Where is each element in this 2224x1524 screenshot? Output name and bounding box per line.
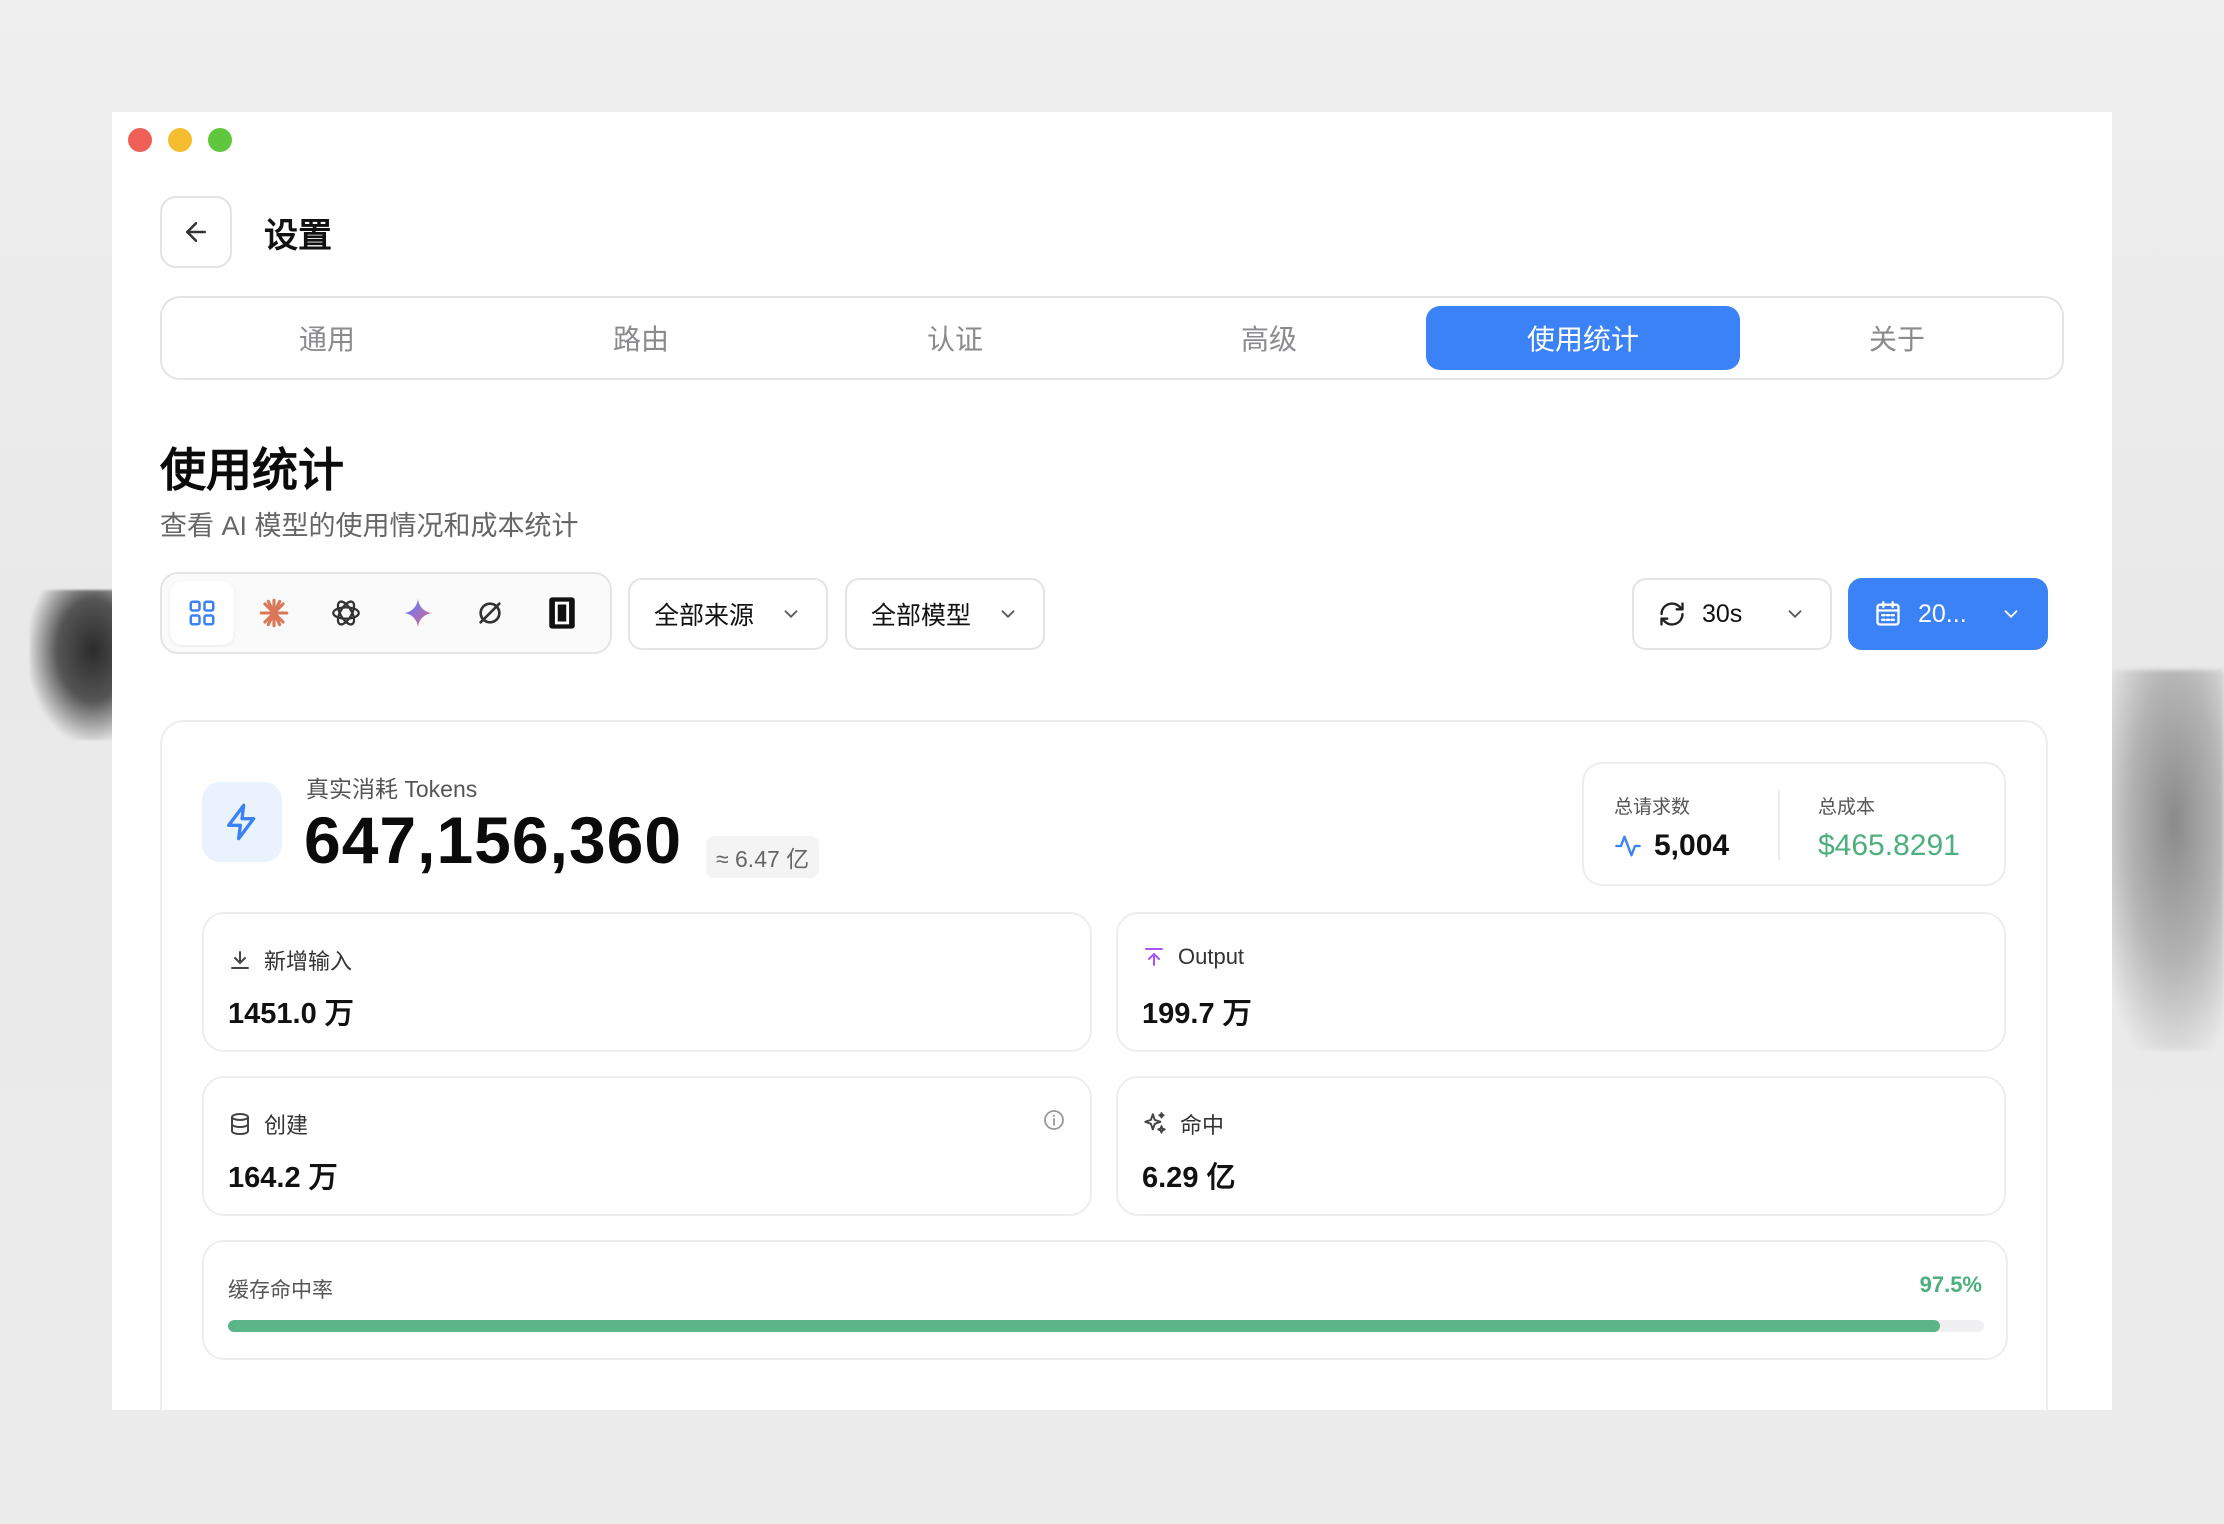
summary-divider [1778,790,1780,860]
total-requests-value: 5,004 [1654,829,1730,862]
metric-cache-hit-value: 6.29 亿 [1142,1162,1236,1194]
metric-cache-create: 创建 164.2 万 [202,1076,1092,1216]
settings-tabs: 通用 路由 认证 高级 使用统计 关于 [160,296,2064,380]
source-select-label: 全部来源 [654,602,755,630]
refresh-icon [1660,602,1684,626]
background-mountain-right [2100,670,2224,1050]
lightning-icon [227,803,256,841]
tokens-value: 647,156,360 [304,803,683,877]
metric-output-label: Output [1178,944,1245,969]
usage-overview-card: 真实消耗 Tokens 647,156,360 ≈ 6.47 亿 总请求数 5,… [160,720,2048,1410]
tab-about[interactable]: 关于 [1740,306,2054,370]
cache-hit-rate: 缓存命中率 97.5% [202,1240,2008,1360]
cache-hit-rate-bar [228,1320,1984,1332]
total-requests-label: 总请求数 [1614,797,1691,818]
tab-usage-stats[interactable]: 使用统计 [1426,306,1740,370]
download-icon [231,951,249,969]
database-icon [231,1113,249,1136]
close-window-button[interactable] [128,128,152,152]
model-select-label: 全部模型 [871,602,972,630]
sparkles-icon [1144,1112,1166,1134]
back-button[interactable] [160,196,232,268]
upload-icon [1145,948,1163,966]
metric-cache-hit-label: 命中 [1180,1113,1225,1138]
date-range-select[interactable]: 20... [1848,578,2048,650]
provider-gemini-button[interactable] [386,581,450,645]
metric-cache-create-value: 164.2 万 [228,1162,338,1194]
app-window: 设置 通用 路由 认证 高级 使用统计 关于 使用统计 查看 AI 模型的使用情… [112,112,2112,1410]
metric-new-input-label: 新增输入 [264,949,353,974]
tokens-label: 真实消耗 Tokens [306,776,478,802]
provider-openai-button[interactable] [314,581,378,645]
tab-routing[interactable]: 路由 [484,306,798,370]
cache-hit-rate-label: 缓存命中率 [228,1279,333,1302]
background-mountain-left [30,590,120,740]
total-cost-value: $465.8291 [1818,829,1960,862]
metric-new-input: 新增输入 1451.0 万 [202,912,1092,1052]
metric-new-input-value: 1451.0 万 [228,998,354,1030]
chevron-down-icon [784,610,798,619]
summary-box: 总请求数 5,004 总成本 $465.8291 [1582,762,2006,886]
kiro-icon [549,597,575,629]
cache-hit-rate-fill [228,1320,1941,1332]
provider-kiro-button[interactable] [530,581,594,645]
total-requests: 总请求数 5,004 [1614,792,1729,863]
source-select[interactable]: 全部来源 [628,578,828,650]
tokens-icon-box [202,782,282,862]
provider-sync-button[interactable] [458,581,522,645]
tab-auth[interactable]: 认证 [798,306,1112,370]
date-range-label: 20... [1918,599,1967,628]
metric-output-value: 199.7 万 [1142,998,1252,1030]
tab-advanced[interactable]: 高级 [1112,306,1426,370]
claude-icon [259,598,289,628]
page-title: 设置 [264,217,332,255]
tokens-approx-badge: ≈ 6.47 亿 [706,836,820,878]
zoom-window-button[interactable] [208,128,232,152]
chevron-down-icon [1788,610,1802,619]
refresh-interval-select[interactable]: 30s [1632,578,1832,650]
chevron-down-icon [2004,610,2018,619]
activity-icon [1615,835,1641,857]
grid-icon [189,600,215,626]
sync-icon [479,602,501,624]
refresh-interval-label: 30s [1702,599,1743,628]
metric-cache-create-label: 创建 [264,1113,309,1138]
total-cost-label: 总成本 [1818,797,1876,818]
metric-output: Output 199.7 万 [1116,912,2006,1052]
model-select[interactable]: 全部模型 [845,578,1045,650]
openai-icon [332,600,360,626]
provider-claude-button[interactable] [242,581,306,645]
section-title: 使用统计 [160,444,344,496]
gemini-icon [403,598,433,628]
tab-general[interactable]: 通用 [170,306,484,370]
minimize-window-button[interactable] [168,128,192,152]
provider-filter [160,572,612,654]
chevron-down-icon [1001,610,1015,619]
window-controls [128,128,232,152]
info-icon[interactable] [1042,1108,1066,1132]
arrow-left-icon [186,222,206,242]
total-cost: 总成本 $465.8291 [1818,792,1960,863]
metric-cache-hit: 命中 6.29 亿 [1116,1076,2006,1216]
calendar-icon [1876,601,1900,626]
section-subtitle: 查看 AI 模型的使用情况和成本统计 [160,511,579,541]
provider-all-button[interactable] [170,581,234,645]
cache-hit-rate-value: 97.5% [1919,1272,1982,1297]
